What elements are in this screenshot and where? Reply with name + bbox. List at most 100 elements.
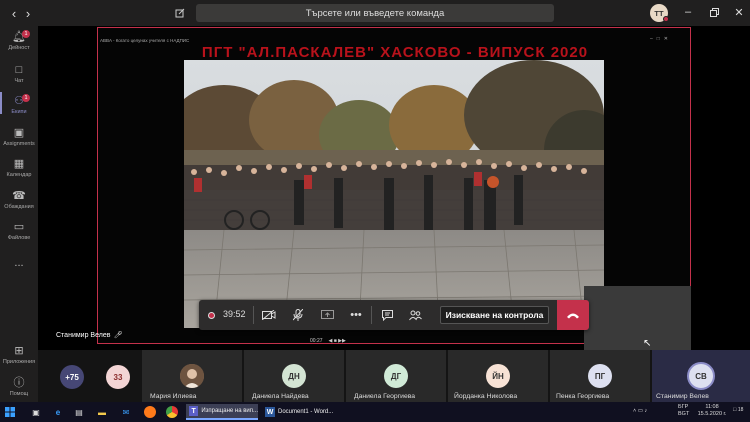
- rail-item-activity[interactable]: 🔔︎ Дейност 1: [0, 30, 38, 60]
- notification-icon: □: [733, 407, 737, 413]
- divider: [371, 306, 372, 324]
- notification-count: 18: [737, 407, 744, 413]
- app-rail: 🔔︎ Дейност 1 □ Чат ⚇ Екипи 1 ▣ Assignmen…: [0, 26, 38, 402]
- forward-arrow-icon[interactable]: ›: [20, 5, 36, 21]
- assignments-icon: ▣: [13, 127, 25, 139]
- presenter-label: Станимир Велев 🎤︎: [56, 331, 123, 339]
- rail-item-chat[interactable]: □ Чат: [0, 63, 38, 93]
- share-screen-icon[interactable]: [319, 307, 335, 323]
- language-indicator[interactable]: БГР BGT: [678, 404, 689, 418]
- call-controls: 39:52 ••• Изискване на контрола: [199, 300, 589, 330]
- camera-off-icon[interactable]: [261, 307, 277, 323]
- participant-tile[interactable]: Мария Илиева: [142, 350, 242, 402]
- tray-icons[interactable]: ˄ ▭ ♪: [633, 408, 647, 414]
- apps-icon: ⊞: [14, 345, 24, 357]
- rail-item-teams[interactable]: ⚇ Екипи 1: [0, 94, 38, 124]
- presenter-name: Станимир Велев: [56, 332, 111, 339]
- participant-tile[interactable]: ДН Даниела Найдева: [244, 350, 344, 402]
- status-badge: [663, 16, 669, 22]
- rail-item-label: Assignments: [3, 141, 35, 147]
- language-code: БГР: [678, 404, 689, 410]
- mail-icon[interactable]: ✉: [120, 406, 132, 418]
- language-layout: BGT: [678, 411, 690, 417]
- file-icon: ▭: [13, 221, 25, 233]
- avatar: [180, 364, 204, 388]
- maximize-icon[interactable]: [707, 5, 721, 19]
- participant-strip: +75 33 Мария Илиева ДН Даниела Найдева Д…: [38, 350, 750, 402]
- player-controls-icon[interactable]: ◀ ■ ▶▶: [329, 338, 346, 344]
- hang-up-button[interactable]: [557, 300, 589, 330]
- clock-date: 15.5.2020 г.: [697, 411, 727, 417]
- rail-item-label: Файлове: [7, 235, 31, 241]
- mic-off-icon: 🎤︎: [112, 332, 123, 339]
- rail-item-label: Приложения: [2, 359, 36, 365]
- rail-item-label: Дейност: [8, 45, 30, 51]
- rail-item-files[interactable]: ▭ Файлове: [0, 220, 38, 250]
- rail-item-label: Чат: [14, 78, 24, 84]
- activity-badge: 1: [22, 30, 30, 38]
- participant-name: Йорданка Николова: [454, 393, 518, 400]
- more-options-icon[interactable]: •••: [348, 307, 364, 323]
- player-bar[interactable]: 00:27 ◀ ■ ▶▶: [310, 336, 460, 346]
- participant-tile[interactable]: ЙН Йорданка Николова: [448, 350, 548, 402]
- phone-icon: ☎: [12, 190, 26, 202]
- participant-name: Мария Илиева: [150, 393, 197, 400]
- participant-tile[interactable]: ДГ Даниела Георгиева: [346, 350, 446, 402]
- chrome-icon[interactable]: [166, 406, 178, 418]
- video-title: ПГТ "АЛ.ПАСКАЛЕВ" ХАСКОВО - ВИПУСК 2020: [201, 44, 589, 61]
- rail-item-more[interactable]: ...: [0, 256, 38, 286]
- calendar-icon: ▦: [13, 158, 25, 170]
- participant-tile[interactable]: ПГ Пенка Георгиева: [550, 350, 650, 402]
- participant-name: Даниела Найдева: [252, 393, 309, 400]
- teams-window: ‹ › Търсете или въведете команда ТТ ‒ ✕ …: [0, 0, 750, 422]
- windows-start-icon[interactable]: [4, 406, 16, 418]
- title-bar: ‹ › Търсете или въведете команда ТТ ‒ ✕: [0, 0, 750, 26]
- rail-item-calendar[interactable]: ▦ Календар: [0, 157, 38, 187]
- call-timer: 39:52: [223, 309, 246, 319]
- rail-item-label: Помощ: [9, 391, 29, 397]
- clock[interactable]: 11:08 15.5.2020 г.: [695, 404, 729, 418]
- store-icon[interactable]: ▤: [73, 406, 85, 418]
- minimize-icon[interactable]: ‒: [681, 5, 695, 19]
- avatar: ДГ: [384, 364, 408, 388]
- taskbar-label: Изпращане на вип...: [201, 408, 258, 414]
- class-photo: [184, 60, 604, 328]
- avatar: ПГ: [588, 364, 612, 388]
- windows-taskbar: ▣ e ▤ ▬ ✉ T Изпращане на вип... W Docume…: [0, 402, 750, 422]
- overflow-participants[interactable]: +75: [60, 365, 84, 389]
- participant-name: Даниела Георгиева: [354, 393, 416, 400]
- rail-item-label: Обаждания: [4, 204, 34, 210]
- teams-app-icon: T: [189, 406, 199, 416]
- folder-icon[interactable]: ▬: [96, 406, 108, 418]
- compose-icon[interactable]: [172, 5, 188, 21]
- recording-icon: [208, 312, 215, 319]
- self-video-tile: [584, 286, 691, 350]
- rail-item-assignments[interactable]: ▣ Assignments: [0, 126, 38, 156]
- participants-icon[interactable]: [407, 307, 423, 323]
- request-control-button[interactable]: Изискване на контрола: [440, 306, 549, 324]
- divider: [253, 306, 254, 324]
- notification-center[interactable]: □ 18: [733, 407, 743, 413]
- firefox-icon[interactable]: [144, 406, 156, 418]
- rail-item-label: Екипи: [11, 109, 27, 115]
- taskbar-word[interactable]: W Document1 - Word...: [262, 404, 334, 420]
- search-input[interactable]: Търсете или въведете команда: [196, 4, 554, 22]
- mic-off-icon[interactable]: [290, 307, 306, 323]
- close-icon[interactable]: ✕: [732, 5, 746, 19]
- more-icon: ...: [14, 257, 24, 269]
- rail-item-label: Календар: [6, 172, 32, 178]
- word-app-icon: W: [265, 407, 275, 417]
- participant-count[interactable]: 33: [106, 365, 130, 389]
- teams-badge: 1: [22, 94, 30, 102]
- rail-item-calls[interactable]: ☎ Обаждания: [0, 189, 38, 219]
- taskbar-label: Document1 - Word...: [278, 409, 334, 415]
- shared-window-controls: ‒□✕: [650, 36, 672, 42]
- chat-icon[interactable]: [379, 307, 395, 323]
- rail-item-apps[interactable]: ⊞ Приложения: [0, 344, 38, 374]
- taskbar-teams[interactable]: T Изпращане на вип...: [186, 404, 258, 420]
- edge-icon[interactable]: e: [52, 406, 64, 418]
- participant-name: Пенка Георгиева: [556, 393, 610, 400]
- participant-tile-speaking[interactable]: СВ Станимир Велев: [652, 350, 750, 402]
- task-view-icon[interactable]: ▣: [30, 406, 42, 418]
- player-time: 00:27: [310, 338, 323, 344]
